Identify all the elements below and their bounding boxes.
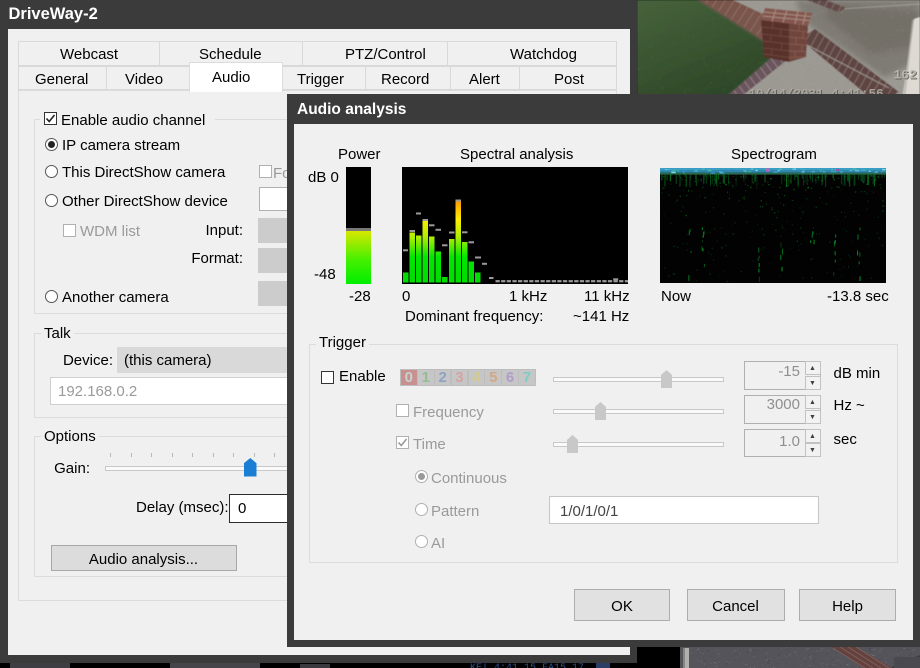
svg-text:162: 162 xyxy=(894,68,918,83)
